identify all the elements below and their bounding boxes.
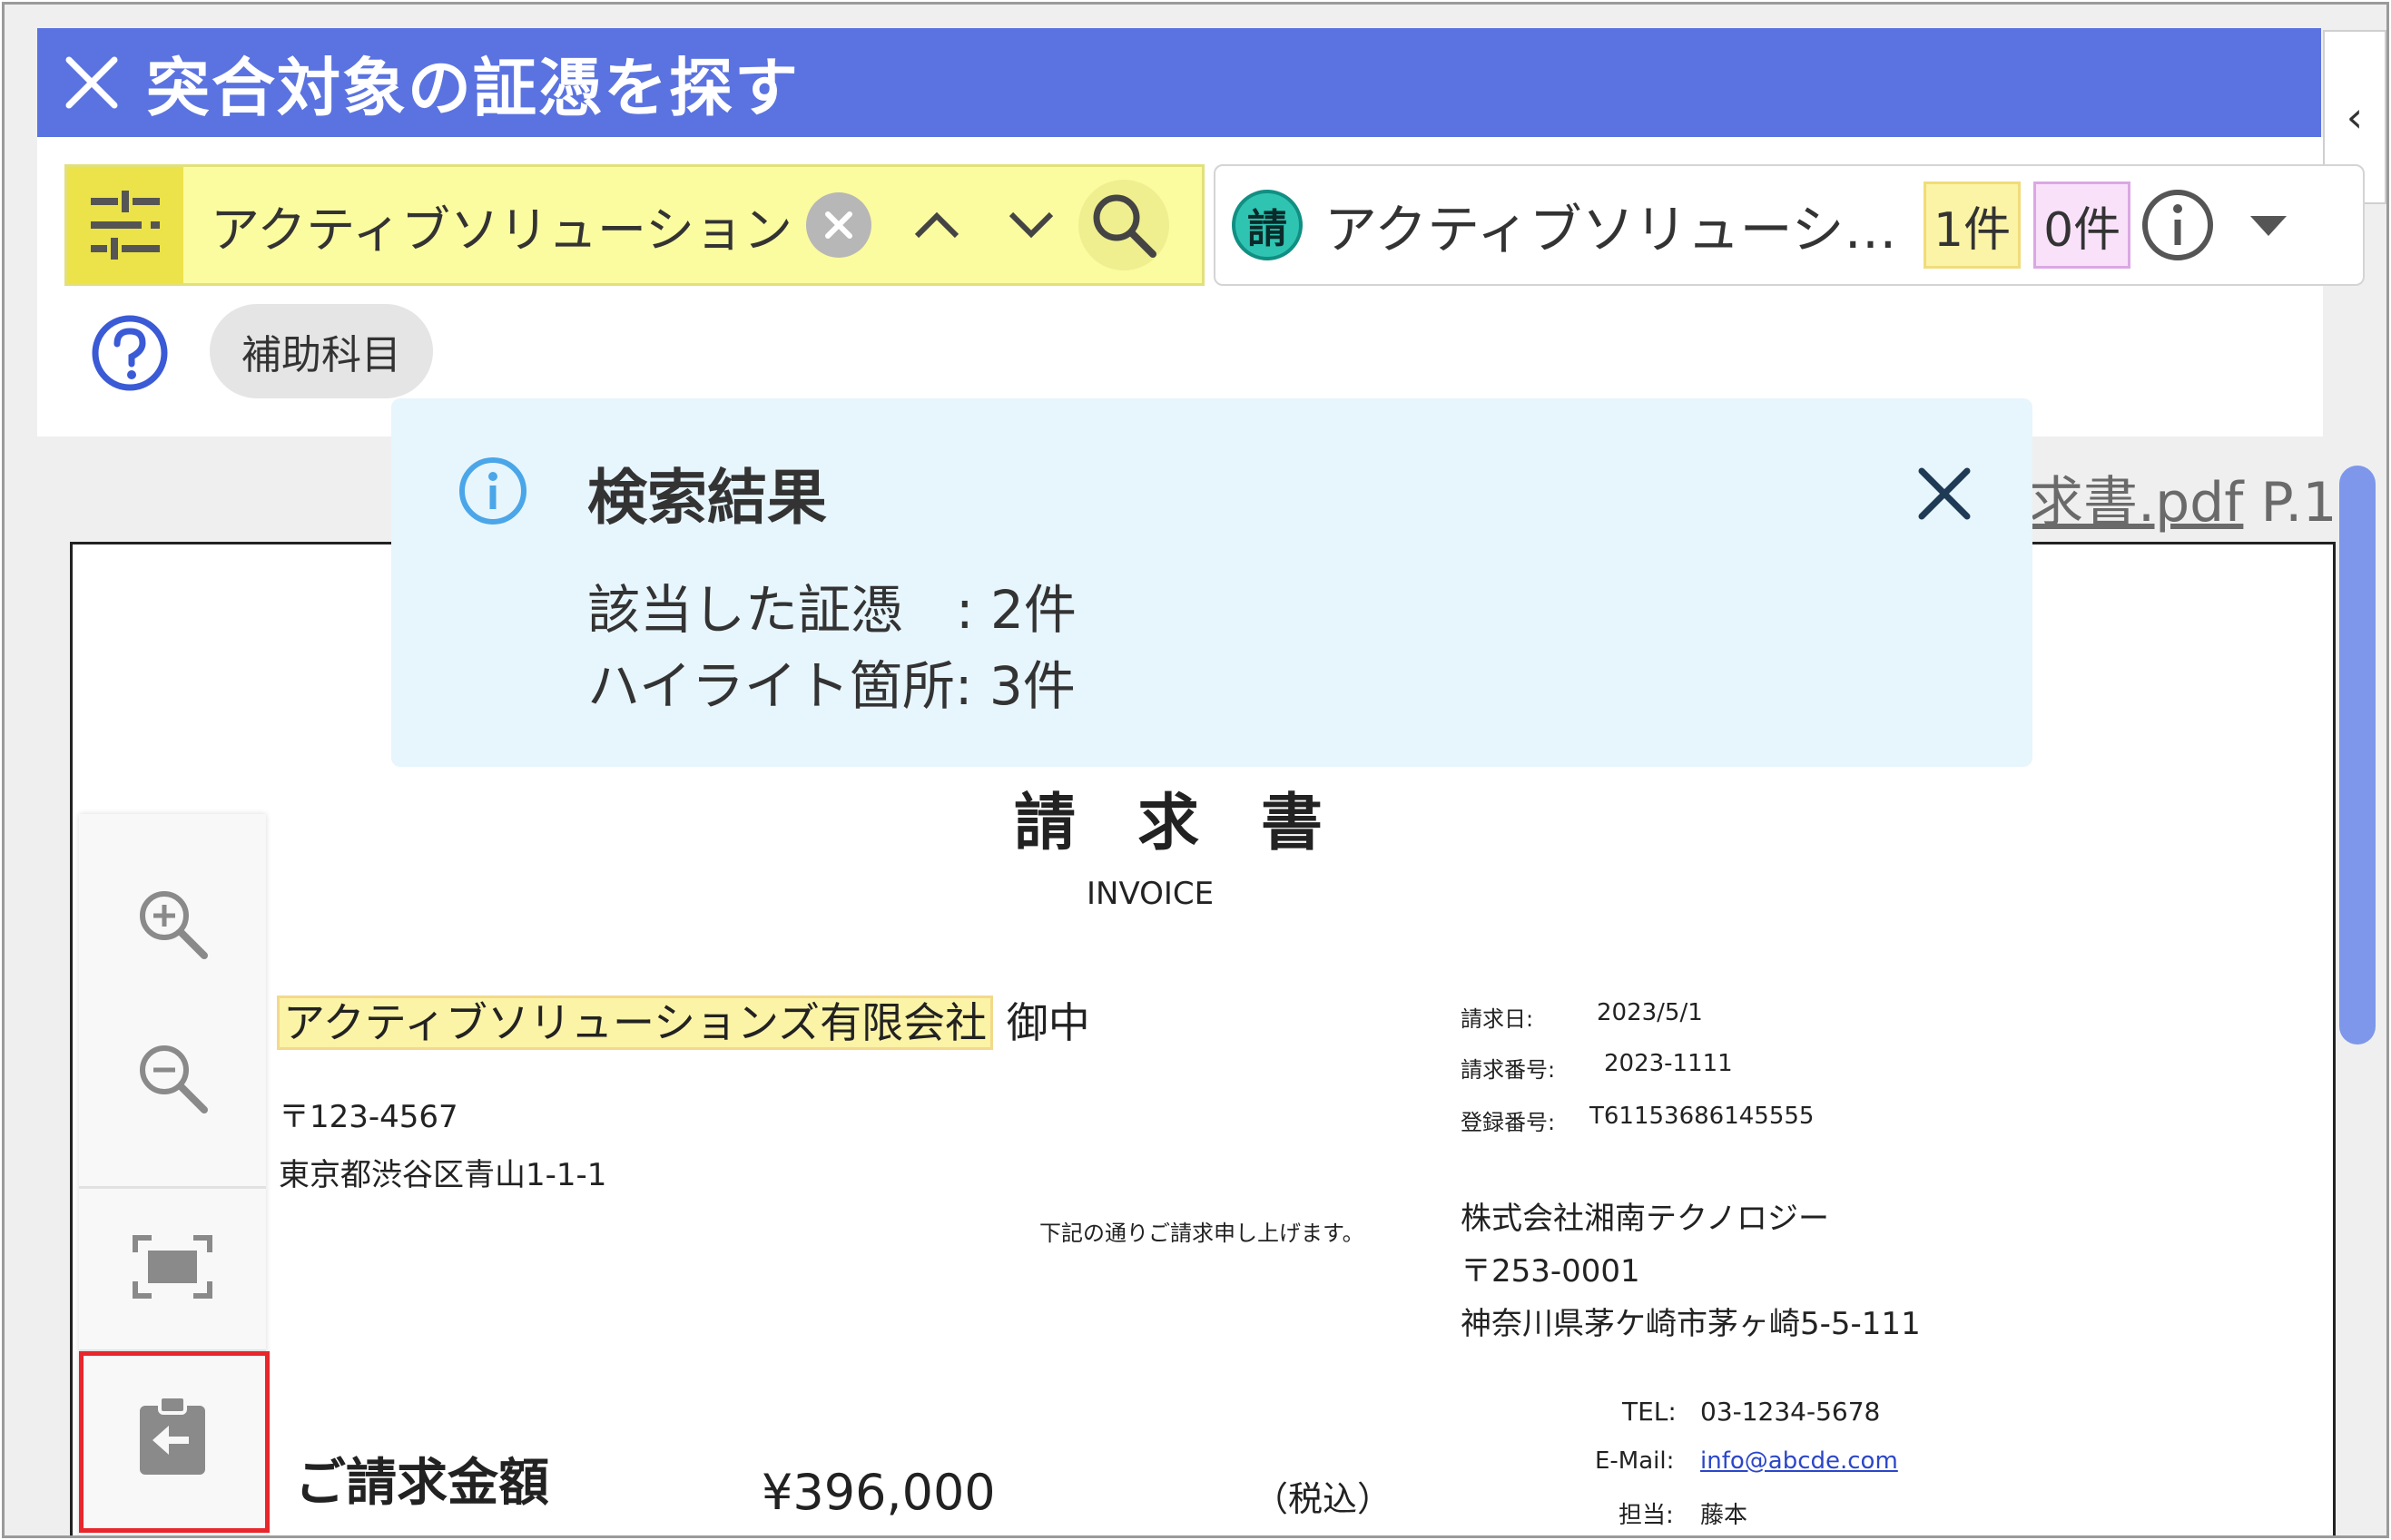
file-name-label: 求書.pdf P.1 bbox=[2029, 458, 2337, 537]
search-box: アクティブソリューションズ bbox=[64, 164, 1205, 286]
highlight-count: ハイライト箇所: 3件 bbox=[587, 655, 1076, 717]
clear-icon bbox=[825, 211, 852, 239]
amount-label: ご請求金額 bbox=[295, 1454, 549, 1513]
recipient-line: アクティブソリューションズ有限会社 御中 bbox=[277, 990, 1090, 1050]
clear-search-button[interactable] bbox=[806, 192, 871, 258]
recipient-company-highlight: アクティブソリューションズ有限会社 bbox=[277, 996, 994, 1050]
close-icon[interactable] bbox=[37, 28, 146, 137]
zoom-in-icon bbox=[140, 891, 208, 959]
tune-icon bbox=[91, 191, 160, 260]
meta-label-date: 請求日: bbox=[1461, 1006, 1534, 1032]
file-link[interactable]: 求書.pdf bbox=[2029, 471, 2243, 535]
chevron-up-icon bbox=[914, 211, 959, 239]
previous-match-button[interactable] bbox=[890, 175, 984, 275]
zoom-in-button[interactable] bbox=[79, 847, 266, 1001]
next-match-button[interactable] bbox=[984, 175, 1078, 275]
person-value: 藤本 bbox=[1700, 1502, 1748, 1529]
tel-label: TEL: bbox=[1622, 1397, 1677, 1427]
recipient-postal: 〒123-4567 bbox=[279, 1099, 458, 1135]
chevron-down-icon bbox=[1009, 211, 1054, 239]
invoice-subtitle: INVOICE bbox=[1087, 876, 1215, 912]
info-icon bbox=[459, 457, 526, 525]
caret-down-icon[interactable] bbox=[2241, 198, 2296, 252]
close-icon[interactable] bbox=[1913, 462, 1976, 525]
email-label: E-Mail: bbox=[1595, 1447, 1675, 1475]
vendor-selector[interactable]: 請 アクティブソリューシ… 1件 0件 bbox=[1214, 164, 2365, 286]
chevron-left-icon: ‹ bbox=[2346, 93, 2364, 142]
scrollbar-thumb[interactable] bbox=[2339, 466, 2376, 1045]
meta-value-registration: T61153686145555 bbox=[1589, 1103, 1815, 1130]
info-icon[interactable] bbox=[2140, 187, 2216, 263]
invoice-type-badge: 請 bbox=[1232, 190, 1303, 260]
filter-button[interactable] bbox=[67, 167, 183, 283]
tool-divider bbox=[79, 1186, 266, 1189]
recipient-address: 東京都渋谷区青山1-1-1 bbox=[279, 1157, 607, 1193]
annotation-highlight-box bbox=[79, 1351, 270, 1533]
issuer-postal: 〒253-0001 bbox=[1461, 1253, 1640, 1290]
zoom-out-icon bbox=[140, 1045, 208, 1113]
window-frame: 突合対象の証憑を探す ‹ アクティブソリューションズ 請 アクティブソリューシ…… bbox=[2, 2, 2389, 1538]
fit-screen-icon bbox=[133, 1235, 212, 1299]
search-input[interactable]: アクティブソリューションズ bbox=[183, 190, 792, 261]
invoice-note: 下記の通りご請求申し上げます。 bbox=[1039, 1221, 1364, 1246]
search-button[interactable] bbox=[1078, 180, 1169, 270]
match-count-yellow: 1件 bbox=[1924, 181, 2022, 269]
issuer-address: 神奈川県茅ケ崎市茅ヶ崎5-5-111 bbox=[1461, 1306, 1921, 1342]
meta-value-number: 2023-1111 bbox=[1604, 1050, 1733, 1077]
panel-title: 突合対象の証憑を探す bbox=[146, 50, 800, 125]
fit-page-button[interactable] bbox=[79, 1190, 266, 1344]
tel-value: 03-1234-5678 bbox=[1700, 1397, 1881, 1427]
vendor-name: アクティブソリューシ… bbox=[1324, 199, 1897, 260]
amount-value: ¥396,000 bbox=[762, 1464, 996, 1521]
sub-account-chip[interactable]: 補助科目 bbox=[210, 304, 433, 398]
zoom-out-button[interactable] bbox=[79, 1001, 266, 1155]
meta-value-date: 2023/5/1 bbox=[1597, 999, 1703, 1026]
issuer-name: 株式会社湘南テクノロジー bbox=[1461, 1201, 1829, 1237]
page-number: P.1 bbox=[2260, 471, 2337, 535]
email-link[interactable]: info@abcde.com bbox=[1700, 1447, 1898, 1475]
help-icon[interactable] bbox=[90, 313, 170, 393]
popup-title: 検索結果 bbox=[587, 463, 827, 533]
meta-label-registration: 登録番号: bbox=[1461, 1110, 1556, 1135]
recipient-suffix: 御中 bbox=[1006, 998, 1090, 1047]
match-count-pink: 0件 bbox=[2033, 181, 2131, 269]
search-icon bbox=[1093, 194, 1156, 258]
person-label: 担当: bbox=[1619, 1502, 1674, 1529]
search-result-popup: 検索結果 該当した証憑 : 2件 ハイライト箇所: 3件 bbox=[391, 398, 2032, 767]
meta-label-number: 請求番号: bbox=[1461, 1057, 1556, 1083]
tax-note: （税込） bbox=[1254, 1479, 1392, 1519]
invoice-title: 請 求 書 bbox=[1014, 788, 1323, 859]
panel-header: 突合対象の証憑を探す bbox=[37, 28, 2321, 137]
matched-documents-count: 該当した証憑 : 2件 bbox=[587, 579, 1077, 641]
